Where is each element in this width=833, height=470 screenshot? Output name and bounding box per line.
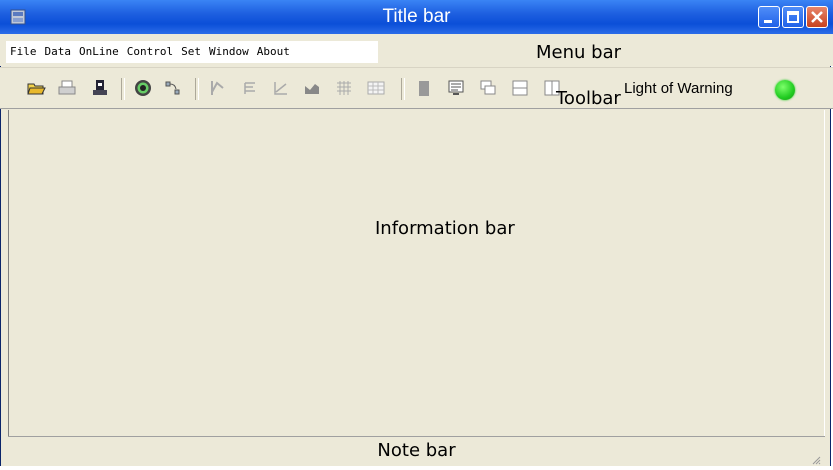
- menu-bar-caption: Menu bar: [536, 42, 621, 63]
- information-area: Information bar: [8, 110, 825, 436]
- warning-light-label: Light of Warning: [624, 80, 733, 97]
- toolbar-separator: [401, 78, 405, 100]
- menu-control[interactable]: Control: [123, 41, 177, 63]
- resize-grip-icon[interactable]: [811, 452, 821, 465]
- print-icon[interactable]: [57, 78, 77, 98]
- bar-chart-icon[interactable]: [302, 78, 322, 98]
- menu-bar: File Data OnLine Control Set Window Abou…: [0, 34, 833, 66]
- block-icon[interactable]: [414, 78, 434, 98]
- grid-icon[interactable]: [334, 78, 354, 98]
- toolbar-caption: Toolbar: [556, 88, 621, 109]
- note-bar-caption: Note bar: [377, 440, 456, 461]
- list-icon[interactable]: [240, 78, 260, 98]
- connect-icon[interactable]: [133, 78, 153, 98]
- tile-icon[interactable]: [510, 78, 530, 98]
- open-folder-icon[interactable]: [26, 78, 46, 98]
- transfer-icon[interactable]: [163, 78, 183, 98]
- title-bar[interactable]: Title bar: [0, 0, 833, 34]
- cascade-icon[interactable]: [478, 78, 498, 98]
- information-bar-caption: Information bar: [375, 218, 515, 239]
- menu-set[interactable]: Set: [177, 41, 205, 63]
- menu-window[interactable]: Window: [205, 41, 253, 63]
- chart-icon[interactable]: [208, 78, 228, 98]
- maximize-button[interactable]: [782, 6, 804, 28]
- menu-file[interactable]: File: [6, 41, 41, 63]
- menu-about[interactable]: About: [253, 41, 294, 63]
- note-bar: Note bar: [8, 436, 825, 466]
- menu-strip: File Data OnLine Control Set Window Abou…: [6, 41, 378, 63]
- table-icon[interactable]: [366, 78, 386, 98]
- monitor-icon[interactable]: [446, 78, 466, 98]
- menu-online[interactable]: OnLine: [75, 41, 123, 63]
- warning-light-indicator: [775, 80, 795, 100]
- menu-data[interactable]: Data: [41, 41, 76, 63]
- curve-icon[interactable]: [271, 78, 291, 98]
- save-icon[interactable]: [90, 78, 110, 98]
- toolbar-separator: [121, 78, 125, 100]
- window-title: Title bar: [382, 6, 451, 27]
- toolbar: Toolbar Light of Warning: [0, 67, 833, 109]
- close-button[interactable]: [806, 6, 828, 28]
- toolbar-separator: [195, 78, 199, 100]
- minimize-button[interactable]: [758, 6, 780, 28]
